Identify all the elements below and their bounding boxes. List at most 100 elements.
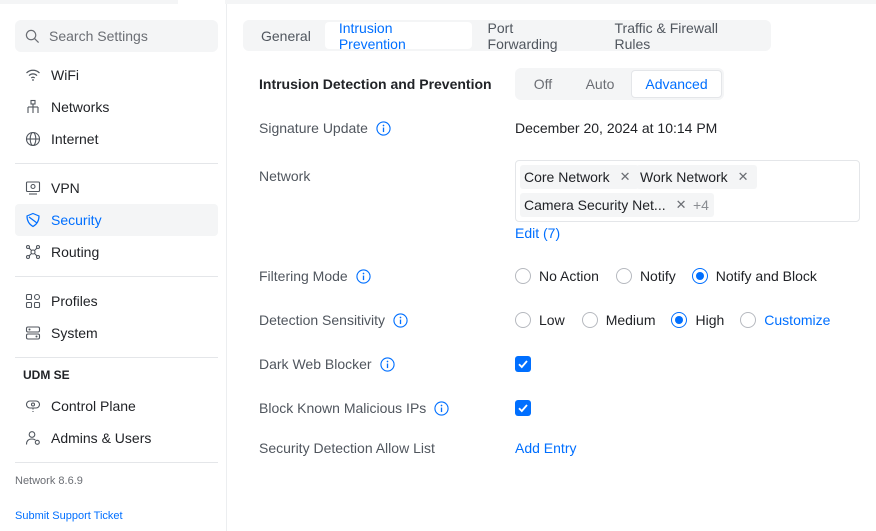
dark-web-blocker-row: Dark Web Blocker	[259, 356, 395, 372]
sidebar-divider	[15, 276, 218, 277]
sidebar-item-label: System	[51, 325, 98, 341]
radio-label: Low	[539, 312, 565, 328]
detection-sensitivity-radio-group: Low Medium High Customize	[515, 312, 830, 328]
version-label: Network 8.6.9	[15, 475, 83, 487]
filtering-mode-radio-group: No Action Notify Notify and Block	[515, 268, 817, 284]
sidebar-item-label: Security	[51, 212, 102, 228]
radio-notify[interactable]: Notify	[615, 268, 676, 284]
radio-label: No Action	[539, 268, 599, 284]
tab-general[interactable]: General	[247, 22, 325, 49]
radio-medium[interactable]: Medium	[581, 312, 656, 328]
radio-high[interactable]: High	[671, 312, 724, 328]
sidebar-item-label: Admins & Users	[51, 430, 152, 446]
signature-update-row: Signature Update	[259, 120, 391, 136]
profiles-icon	[24, 292, 42, 310]
sidebar-item-internet[interactable]: Internet	[15, 123, 218, 155]
filtering-mode-label: Filtering Mode	[259, 268, 348, 284]
radio-customize[interactable]: Customize	[740, 312, 830, 328]
radio-label: Notify	[639, 268, 676, 284]
remove-chip-icon[interactable]: ✕	[676, 197, 687, 213]
block-malicious-ips-checkbox[interactable]	[515, 400, 531, 416]
admins-icon	[24, 429, 42, 447]
network-chip-label: Camera Security Net...	[524, 197, 666, 213]
network-chip-label: Work Network	[640, 169, 728, 185]
sidebar-divider	[15, 357, 218, 358]
routing-icon	[24, 243, 42, 261]
radio-circle	[581, 312, 598, 328]
radio-label: High	[695, 312, 725, 328]
radio-circle	[615, 268, 632, 284]
edit-networks-link[interactable]: Edit (7)	[515, 225, 560, 241]
allow-list-label: Security Detection Allow List	[259, 440, 435, 456]
network-chip: Work Network ✕	[636, 165, 757, 189]
settings-tabs: General Intrusion Prevention Port Forwar…	[243, 20, 771, 52]
radio-label: Medium	[605, 312, 656, 328]
sidebar-item-system[interactable]: System	[15, 317, 218, 349]
more-networks-badge[interactable]: +4	[688, 193, 714, 217]
sidebar-item-label: WiFi	[51, 67, 79, 83]
ids-mode-segmented-control: Off Auto Advanced	[515, 68, 724, 100]
sidebar-divider	[15, 462, 218, 463]
signature-update-value: December 20, 2024 at 10:14 PM	[515, 120, 718, 136]
network-chip: Camera Security Net... ✕	[520, 193, 695, 217]
ids-option-advanced[interactable]: Advanced	[631, 70, 722, 98]
sidebar-divider	[15, 163, 218, 164]
remove-chip-icon[interactable]: ✕	[738, 169, 749, 185]
sidebar-item-label: Networks	[51, 99, 110, 115]
sidebar-item-label: Routing	[51, 244, 100, 260]
dark-web-blocker-label: Dark Web Blocker	[259, 356, 372, 372]
submit-support-ticket-link[interactable]: Submit Support Ticket	[15, 510, 123, 522]
info-icon[interactable]	[434, 400, 449, 416]
ids-option-auto[interactable]: Auto	[569, 70, 631, 98]
sidebar-item-wifi[interactable]: WiFi	[15, 59, 218, 91]
radio-circle	[515, 312, 531, 328]
sidebar-item-routing[interactable]: Routing	[15, 236, 218, 268]
control-plane-icon	[24, 397, 42, 415]
sidebar-item-label: VPN	[51, 180, 80, 196]
block-malicious-ips-label: Block Known Malicious IPs	[259, 400, 427, 416]
info-icon[interactable]	[393, 312, 408, 328]
system-icon	[24, 324, 42, 342]
checkmark-icon	[518, 404, 528, 413]
globe-icon	[24, 130, 42, 148]
network-label: Network	[259, 168, 311, 184]
info-icon[interactable]	[379, 356, 395, 372]
info-icon[interactable]	[376, 120, 391, 136]
sidebar-item-networks[interactable]: Networks	[15, 91, 218, 123]
radio-circle	[515, 268, 531, 284]
block-malicious-ips-row: Block Known Malicious IPs	[259, 400, 449, 416]
search-input[interactable]	[49, 28, 209, 44]
radio-label: Notify and Block	[715, 268, 817, 284]
ids-option-off[interactable]: Off	[517, 70, 569, 98]
sidebar-item-profiles[interactable]: Profiles	[15, 285, 218, 317]
sidebar-item-control-plane[interactable]: Control Plane	[15, 390, 218, 422]
radio-notify-and-block[interactable]: Notify and Block	[691, 268, 817, 284]
filtering-mode-row: Filtering Mode	[259, 268, 371, 284]
info-icon[interactable]	[356, 268, 371, 284]
radio-no-action[interactable]: No Action	[515, 268, 599, 284]
sidebar-item-vpn[interactable]: VPN	[15, 172, 218, 204]
network-chip: Core Network ✕	[520, 165, 639, 189]
network-selector[interactable]: Core Network ✕ Work Network ✕ Camera Secur…	[515, 160, 860, 222]
radio-circle	[740, 312, 757, 328]
sidebar-section-title: UDM SE	[23, 368, 70, 382]
radio-circle-selected	[691, 268, 708, 284]
radio-low[interactable]: Low	[515, 312, 565, 328]
tab-traffic-firewall-rules[interactable]: Traffic & Firewall Rules	[599, 20, 768, 52]
sidebar-item-admins-users[interactable]: Admins & Users	[15, 422, 218, 454]
wifi-icon	[24, 66, 42, 84]
radio-circle-selected	[671, 312, 688, 328]
detection-sensitivity-row: Detection Sensitivity	[259, 312, 408, 328]
sidebar-item-security[interactable]: Security	[15, 204, 218, 236]
add-entry-link[interactable]: Add Entry	[515, 440, 576, 456]
shield-icon	[24, 211, 42, 229]
search-box[interactable]	[15, 20, 218, 52]
tab-port-forwarding[interactable]: Port Forwarding	[472, 20, 599, 52]
tab-intrusion-prevention[interactable]: Intrusion Prevention	[324, 20, 472, 52]
network-tree-icon	[24, 98, 42, 116]
remove-chip-icon[interactable]: ✕	[620, 169, 631, 185]
radio-label: Customize	[764, 312, 831, 328]
dark-web-blocker-checkbox[interactable]	[515, 356, 531, 372]
vpn-icon	[24, 179, 42, 197]
checkmark-icon	[518, 360, 528, 369]
